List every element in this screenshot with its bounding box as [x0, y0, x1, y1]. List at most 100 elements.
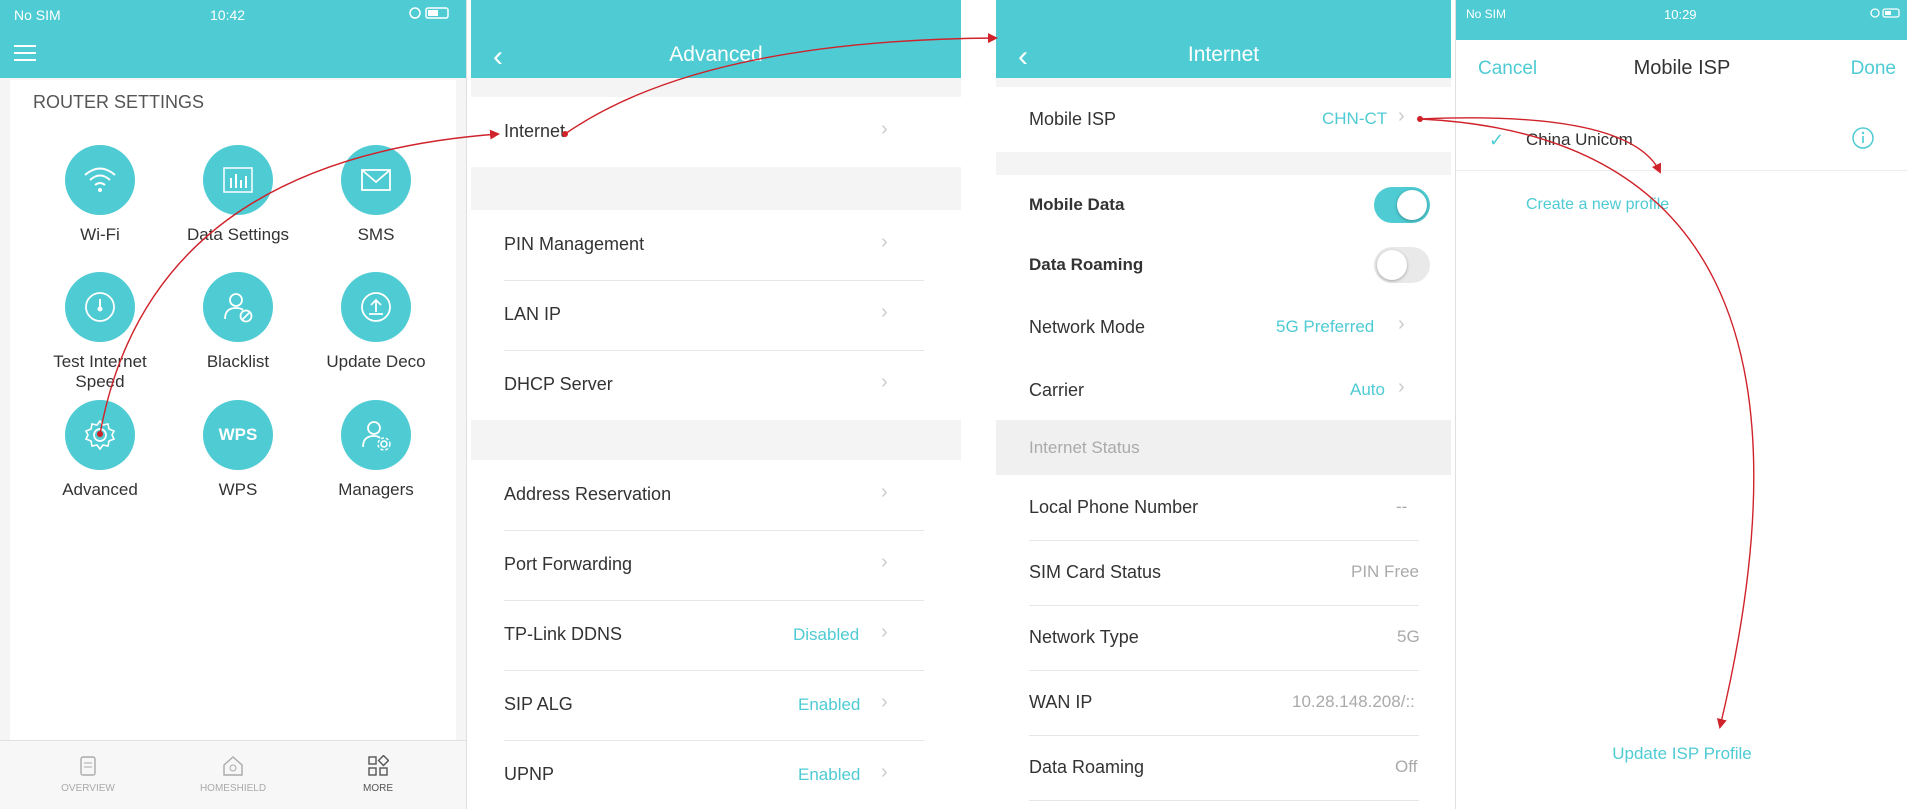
row-label: Local Phone Number — [1029, 497, 1199, 517]
status-carrier: No SIM — [1466, 7, 1507, 21]
row-label: Network Type — [1029, 627, 1139, 647]
row-carrier[interactable]: Carrier Auto › — [996, 358, 1451, 420]
row-local-phone: Local Phone Number -- — [996, 475, 1451, 540]
section-label: Internet Status — [1029, 438, 1140, 457]
row-label: Carrier — [1029, 380, 1085, 400]
chevron-right-icon: › — [881, 371, 888, 393]
data-roaming-toggle[interactable] — [1374, 247, 1430, 283]
data-settings-item[interactable]: Data Settings — [168, 145, 308, 245]
row-label: PIN Management — [504, 234, 645, 254]
toggle-knob — [1377, 250, 1407, 280]
wps-icon-text: WPS — [218, 425, 258, 444]
internet-header: ‹ Internet — [996, 0, 1451, 78]
row-data-roaming-status: Data Roaming Off — [996, 735, 1451, 800]
info-icon[interactable] — [1851, 126, 1875, 155]
update-deco-label: Update Deco — [326, 352, 426, 371]
data-roaming-value: Off — [1395, 757, 1418, 776]
modal-title: Mobile ISP — [1633, 57, 1731, 79]
advanced-screen: ‹ Advanced Internet › PIN Management › L… — [471, 0, 961, 809]
blacklist-item[interactable]: Blacklist — [168, 272, 308, 372]
internet-status-header: Internet Status — [996, 420, 1451, 475]
row-port-forwarding[interactable]: Port Forwarding › — [471, 530, 961, 600]
row-lan-ip[interactable]: LAN IP › — [471, 280, 961, 350]
menu-icon[interactable] — [14, 45, 36, 61]
chevron-right-icon: › — [881, 481, 888, 503]
row-upnp[interactable]: UPNP Enabled › — [471, 740, 961, 809]
ddns-status: Disabled — [793, 625, 860, 644]
data-settings-label: Data Settings — [186, 225, 290, 244]
row-mobile-isp[interactable]: Mobile ISP CHN-CT › — [996, 87, 1451, 152]
row-label: LAN IP — [504, 304, 562, 324]
row-label: TP-Link DDNS — [504, 624, 623, 644]
chevron-right-icon: › — [1398, 313, 1405, 335]
row-pin-management[interactable]: PIN Management › — [471, 210, 961, 280]
local-phone-value: -- — [1396, 497, 1408, 516]
chart-icon — [203, 145, 273, 215]
row-internet[interactable]: Internet › — [471, 97, 961, 167]
top-bar: No SIM 10:42 — [0, 0, 466, 78]
advanced-header: ‹ Advanced — [471, 0, 961, 78]
check-icon: ✓ — [1489, 130, 1505, 150]
update-deco-item[interactable]: Update Deco — [306, 272, 446, 372]
row-label: DHCP Server — [504, 374, 613, 394]
status-time: 10:29 — [1664, 7, 1697, 22]
chevron-right-icon: › — [881, 621, 888, 643]
sms-label: SMS — [357, 225, 395, 244]
row-sip-alg[interactable]: SIP ALG Enabled › — [471, 670, 961, 740]
status-carrier: No SIM — [14, 7, 61, 23]
profile-row[interactable]: ✓ China Unicom — [1456, 112, 1907, 171]
row-label: UPNP — [504, 764, 555, 784]
group-internet-status: Local Phone Number -- SIM Card Status PI… — [996, 475, 1451, 809]
tab-more[interactable]: MORE — [318, 754, 438, 794]
chevron-right-icon: › — [1398, 105, 1405, 127]
wps-item[interactable]: WPS WPS — [168, 400, 308, 500]
gear-icon — [65, 400, 135, 470]
row-network-mode[interactable]: Network Mode 5G Preferred › — [996, 295, 1451, 358]
tab-overview[interactable]: OVERVIEW — [28, 755, 148, 794]
row-address-reservation[interactable]: Address Reservation › — [471, 460, 961, 530]
upnp-status: Enabled — [798, 765, 861, 784]
network-type-value: 5G — [1397, 627, 1420, 646]
overview-icon — [77, 755, 99, 777]
mobile-data-toggle[interactable] — [1374, 187, 1430, 223]
toggle-knob — [1397, 190, 1427, 220]
row-label: SIM Card Status — [1029, 562, 1162, 582]
advanced-item[interactable]: Advanced — [30, 400, 170, 500]
wifi-label: Wi-Fi — [80, 225, 120, 244]
network-mode-value: 5G Preferred — [1276, 317, 1375, 336]
internet-screen: ‹ Internet Mobile ISP CHN-CT › Mobile Da… — [996, 0, 1451, 809]
row-wan-ip: WAN IP 10.28.148.208/:: — [996, 670, 1451, 735]
sms-item[interactable]: SMS — [306, 145, 446, 245]
group-internet: Internet › — [471, 97, 961, 167]
row-label: Internet — [504, 121, 566, 141]
status-bar: No SIM 10:29 — [1456, 0, 1907, 40]
status-time: 10:42 — [210, 7, 246, 23]
create-profile-link[interactable]: Create a new profile — [1526, 196, 1669, 214]
divider — [1029, 800, 1419, 801]
row-label: WAN IP — [1029, 692, 1093, 712]
mobile-isp-value: CHN-CT — [1322, 109, 1388, 128]
row-label: Address Reservation — [504, 484, 672, 504]
row-label: SIP ALG — [504, 694, 573, 714]
wifi-item[interactable]: Wi-Fi — [30, 145, 170, 245]
chevron-right-icon: › — [881, 551, 888, 573]
tab-more-label: MORE — [363, 783, 393, 794]
row-label: Data Roaming — [1029, 757, 1145, 777]
chevron-right-icon: › — [1398, 376, 1405, 398]
row-label: Data Roaming — [1029, 255, 1144, 274]
row-sim-status: SIM Card Status PIN Free — [996, 540, 1451, 605]
row-label: Mobile ISP — [1029, 109, 1117, 129]
modal-header: Cancel Mobile ISP Done — [1456, 40, 1907, 97]
update-isp-profile-link[interactable]: Update ISP Profile — [1456, 744, 1907, 764]
carrier-value: Auto — [1350, 380, 1385, 399]
tab-homeshield[interactable]: HOMESHIELD — [173, 755, 293, 794]
speed-test-item[interactable]: Test Internet Speed — [30, 272, 170, 392]
more-grid-icon — [367, 754, 390, 777]
group-pin-lan-dhcp: PIN Management › LAN IP › DHCP Server › — [471, 210, 961, 420]
done-button[interactable]: Done — [1851, 58, 1896, 80]
row-tplink-ddns[interactable]: TP-Link DDNS Disabled › — [471, 600, 961, 670]
managers-item[interactable]: Managers — [306, 400, 446, 500]
group-forwarding: Address Reservation › Port Forwarding › … — [471, 460, 961, 809]
more-screen: No SIM 10:42 ROUTER SETTINGS Wi-Fi Data … — [0, 0, 467, 809]
row-dhcp-server[interactable]: DHCP Server › — [471, 350, 961, 420]
